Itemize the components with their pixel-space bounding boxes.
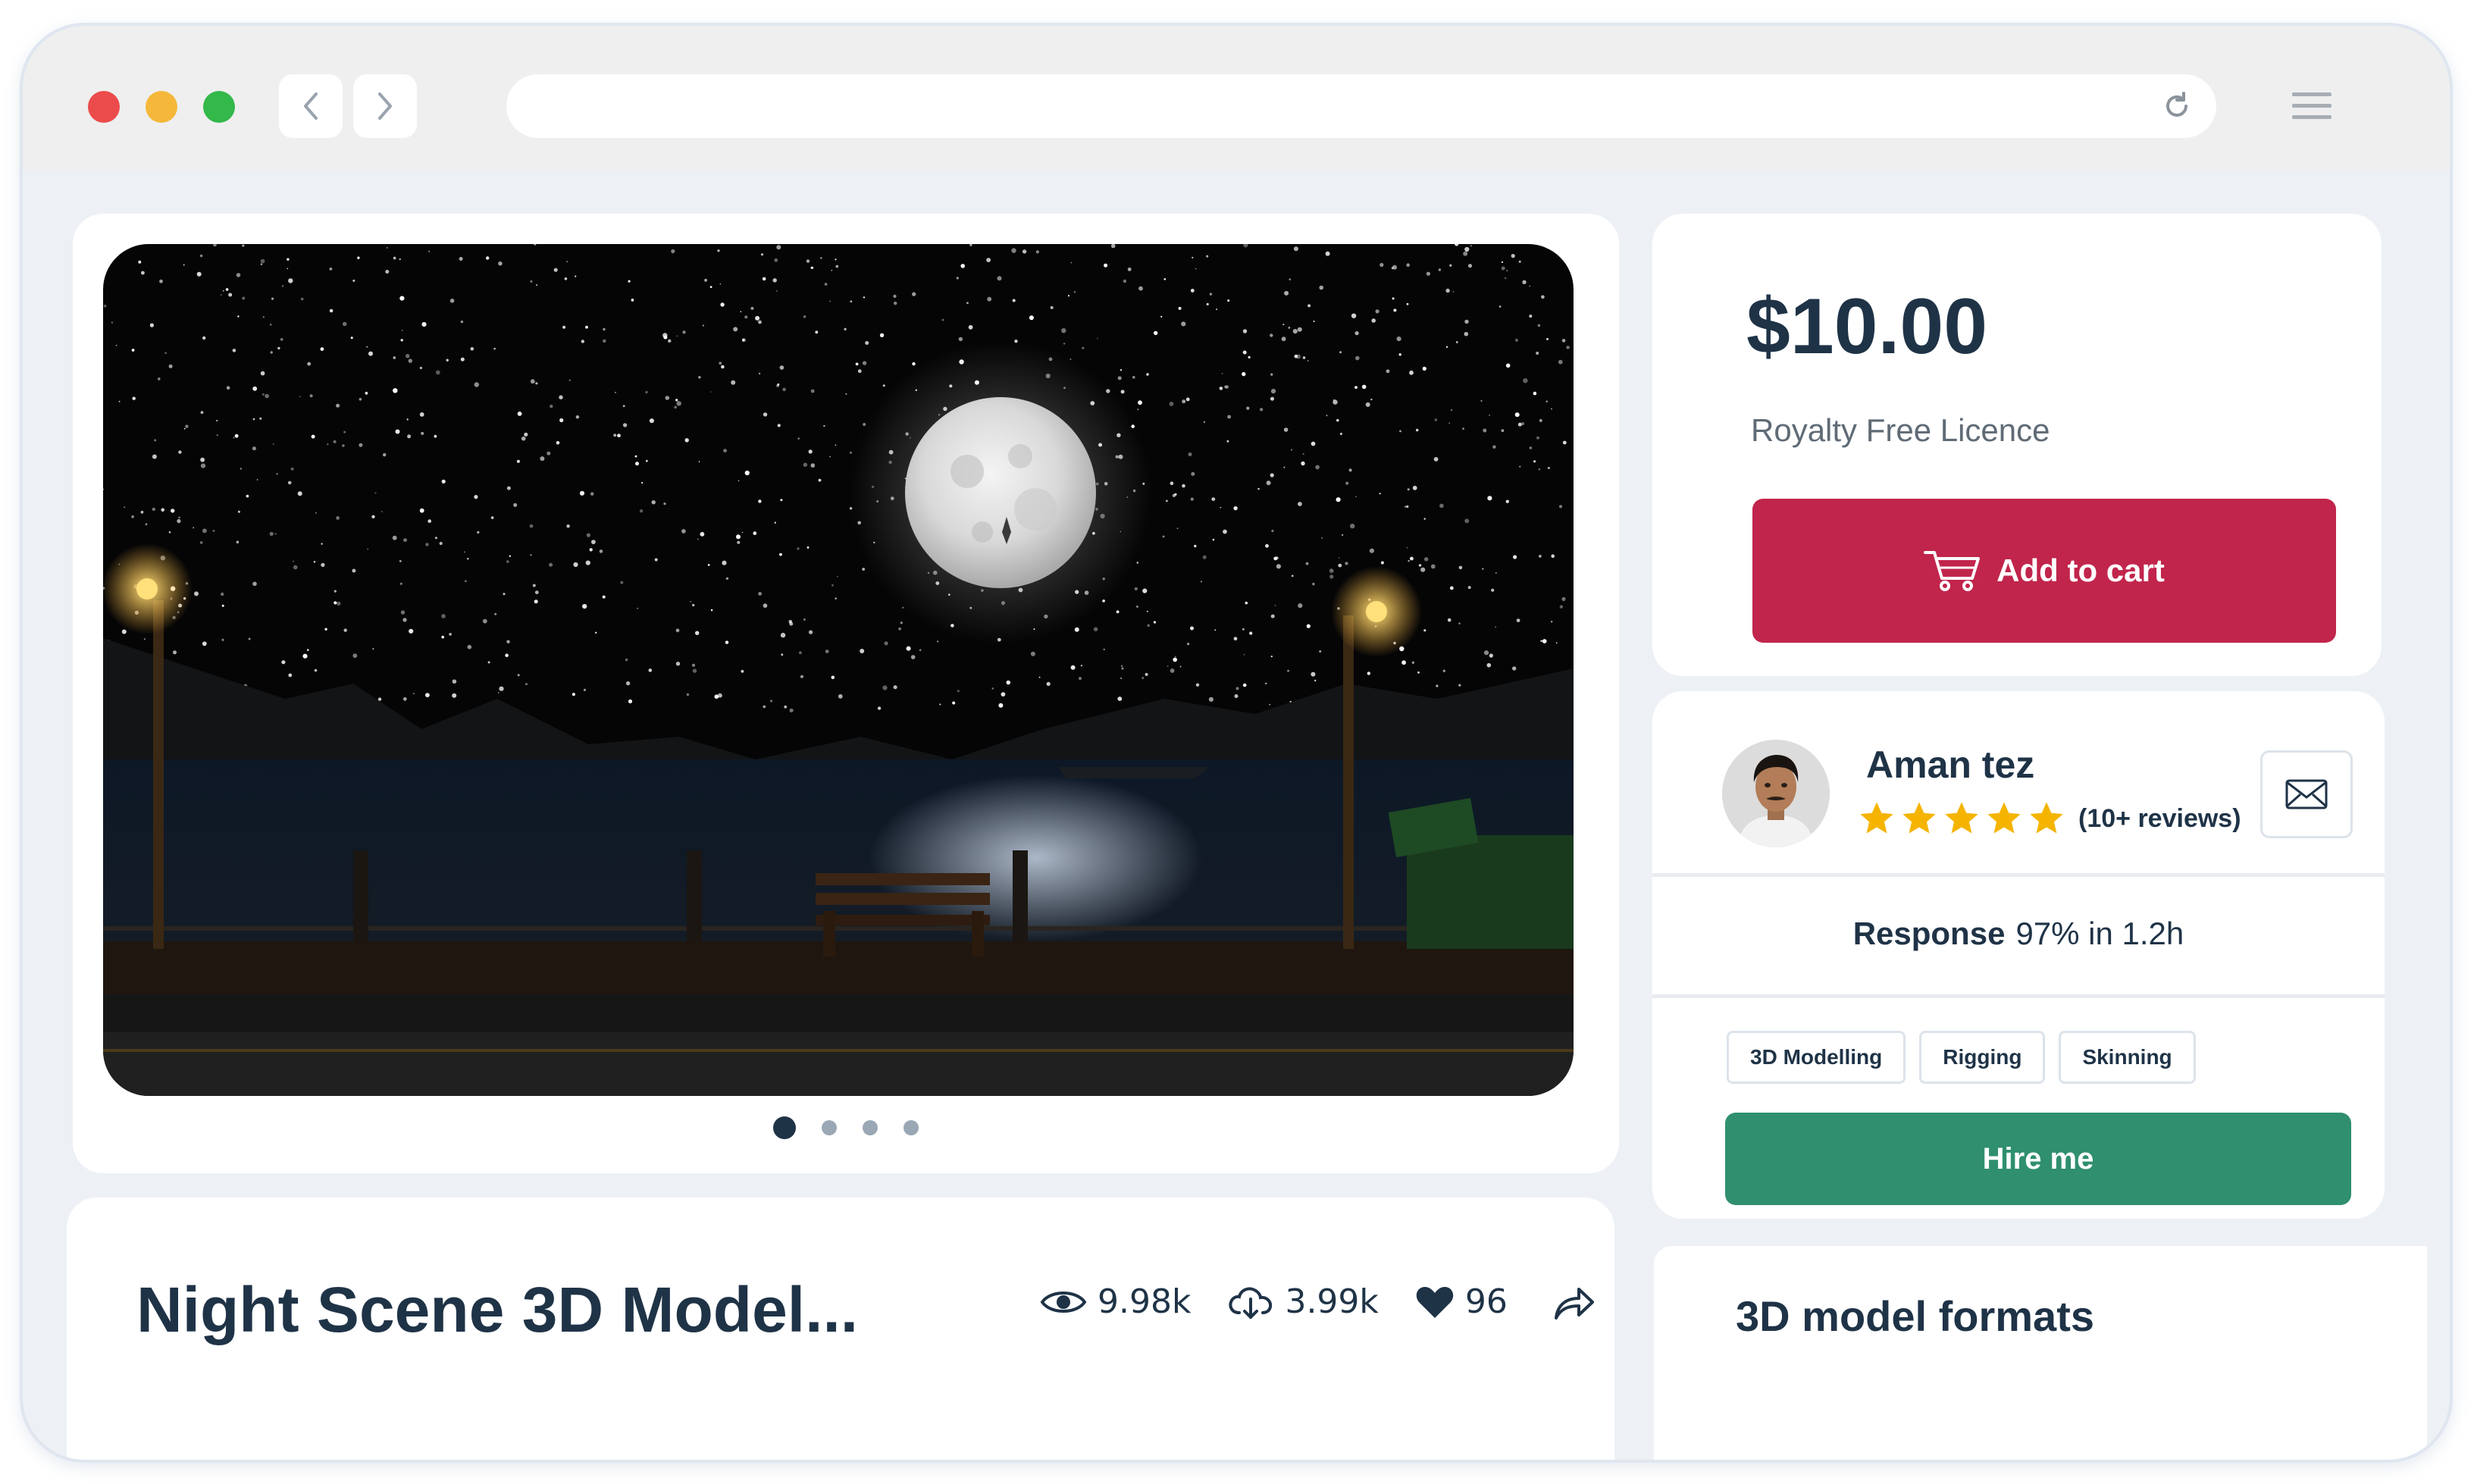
carousel-dot[interactable] [863,1120,878,1135]
model-preview-image[interactable] [103,244,1574,1096]
hamburger-menu-icon[interactable] [2289,83,2335,129]
skill-tags: 3D Modelling Rigging Skinning [1727,1031,2196,1084]
star-icon [1902,802,1936,834]
hire-me-button[interactable]: Hire me [1725,1113,2351,1205]
price-panel: $10.00 Royalty Free Licence Add to cart [1652,214,2382,676]
share-icon[interactable] [1553,1283,1596,1321]
downloads-count: 3.99k [1285,1282,1379,1321]
model-title: Night Scene 3D Model... [136,1274,859,1345]
cloud-download-icon [1229,1286,1273,1319]
heart-icon [1416,1286,1454,1318]
response-label: Response [1852,916,2006,951]
views-stat: 9.98k [1040,1282,1191,1321]
divider [1652,873,2385,877]
cart-icon [1924,551,1981,591]
close-window-button[interactable] [88,91,120,123]
mail-icon [2285,779,2328,809]
star-icon [2030,802,2063,834]
star-icon [1860,802,1893,834]
response-value: 97% in 1.2h [2015,916,2184,951]
response-rate: Response 97% in 1.2h [1652,916,2385,952]
formats-heading: 3D model formats [1736,1292,2094,1340]
forward-button[interactable] [353,74,417,138]
model-gallery [73,214,1619,1173]
model-stats: 9.98k 3.99k 96 [1040,1282,1596,1321]
likes-count: 96 [1464,1282,1508,1321]
views-count: 9.98k [1098,1282,1192,1321]
carousel-dot[interactable] [903,1120,919,1135]
carousel-dot[interactable] [773,1116,796,1139]
browser-window: Night Scene 3D Model... 9.98k 3.99k 96 $… [20,23,2453,1463]
reviews-count[interactable]: (10+ reviews) [2078,804,2241,834]
reload-button[interactable] [2160,89,2194,123]
carousel-dot[interactable] [822,1120,837,1135]
address-bar[interactable] [506,74,2216,138]
rating-stars [1857,799,2069,838]
model-formats-panel: 3D model formats [1654,1246,2427,1460]
chevron-left-icon [304,92,318,120]
divider [1652,994,2385,998]
likes-stat[interactable]: 96 [1415,1282,1508,1321]
maximize-window-button[interactable] [203,91,235,123]
seller-avatar[interactable] [1722,740,1830,847]
skill-tag[interactable]: Skinning [2059,1031,2196,1084]
downloads-stat: 3.99k [1227,1282,1379,1321]
chevron-right-icon [378,92,392,120]
reload-icon [2166,92,2187,117]
browser-toolbar [23,26,2450,170]
skill-tag[interactable]: Rigging [1919,1031,2046,1084]
model-info-bar: Night Scene 3D Model... 9.98k 3.99k 96 [67,1198,1614,1460]
carousel-indicators [73,1113,1619,1143]
star-icon [1987,802,2021,834]
seller-rating: (10+ reviews) [1857,799,2241,838]
seller-panel: Aman tez (10+ reviews) Response 97% in 1.… [1652,691,2385,1219]
skill-tag[interactable]: 3D Modelling [1727,1031,1906,1084]
add-to-cart-label: Add to cart [1996,553,2165,588]
licence-type: Royalty Free Licence [1751,412,2050,448]
star-icon [1945,802,1978,834]
add-to-cart-button[interactable]: Add to cart [1752,499,2336,643]
price: $10.00 [1746,283,1988,371]
eye-icon [1040,1291,1087,1313]
message-seller-button[interactable] [2260,750,2353,838]
minimize-window-button[interactable] [146,91,177,123]
seller-name[interactable]: Aman tez [1866,743,2034,787]
back-button[interactable] [279,74,343,138]
